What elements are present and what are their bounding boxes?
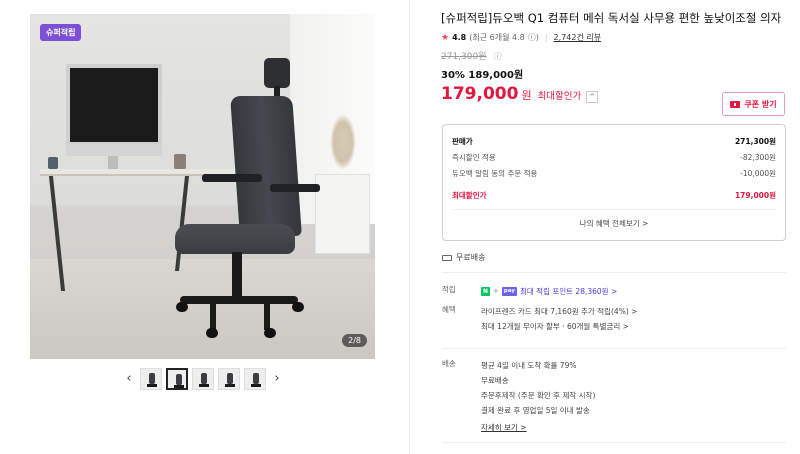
free-shipping-tag: 무료배송 — [442, 252, 485, 263]
price-breakdown-box: 판매가 271,300원 즉시할인 적용 -82,300원 듀오백 알림 동의 … — [442, 124, 786, 241]
plus-icon: + — [493, 287, 499, 295]
delivery-line: 평균 4일 이내 도착 확률 79% — [481, 361, 577, 370]
price-row-label: 즉시할인 적용 — [452, 152, 496, 162]
chair-arm-shape — [202, 174, 262, 182]
chair-wheel-shape — [292, 302, 304, 312]
chair-wheel-shape — [264, 328, 276, 338]
image-counter: 2/8 — [342, 334, 367, 347]
section-divider — [442, 442, 786, 443]
thumbnail-4[interactable] — [218, 368, 240, 390]
price-row: 듀오백 알림 동의 주문 적용 -10,000원 — [452, 165, 776, 181]
coupon-button[interactable]: 쿠폰 받기 — [722, 92, 785, 116]
background-shelf — [315, 174, 370, 254]
chair-back-shape — [230, 96, 302, 236]
info-icon[interactable]: ⓘ) — [528, 32, 539, 43]
cup-shape — [48, 157, 58, 169]
points-label: 적립 — [442, 285, 456, 294]
chevron-up-icon[interactable]: ^ — [586, 91, 599, 103]
price-row-value: 271,300원 — [734, 136, 776, 146]
benefit-label: 혜택 — [442, 305, 456, 314]
price-row-value: -82,300원 — [740, 152, 776, 162]
truck-icon — [442, 254, 452, 261]
star-icon: ★ — [441, 32, 450, 43]
background-plant — [330, 114, 356, 170]
chair-seat-shape — [175, 224, 295, 254]
price-row: 판매가 271,300원 — [452, 133, 776, 149]
thumbnail-2[interactable] — [166, 368, 188, 390]
points-row: 적립 N + pay 최대 적립 포인트 28,360원 > — [442, 284, 786, 299]
chair-arm-shape — [270, 184, 320, 192]
monitor-shape — [66, 64, 162, 146]
monitor-chin-shape — [66, 144, 162, 156]
price-info-icon[interactable]: ⓘ — [494, 52, 502, 61]
delivery-line: 주문후제작 (주문 확인 후 제작 시작) — [481, 391, 596, 400]
delivery-details-link[interactable]: 자세히 보기 > — [481, 420, 786, 435]
original-price: 271,300원 — [441, 52, 487, 62]
price-total-row: 최대할인가 179,000원 — [452, 187, 776, 203]
chair-wheel-shape — [176, 302, 188, 312]
price-row-label: 판매가 — [452, 136, 473, 146]
chair-wheel-shape — [206, 328, 218, 338]
benefit-card-link[interactable]: 라이프렌즈 카드 최대 7,160원 추가 적립(4%) > — [481, 304, 786, 319]
price-row: 즉시할인 적용 -82,300원 — [452, 149, 776, 165]
benefit-row: 혜택 라이프렌즈 카드 최대 7,160원 추가 적립(4%) > 최대 12개… — [442, 304, 786, 334]
vase-shape — [174, 154, 186, 169]
thumbnail-3[interactable] — [192, 368, 214, 390]
thumbnail-strip: ‹ › — [122, 368, 284, 390]
price-row-value: -10,000원 — [740, 168, 776, 178]
view-all-benefits-link[interactable]: 나의 혜택 전체보기 > — [452, 218, 776, 229]
section-divider — [442, 348, 786, 349]
column-divider — [409, 0, 410, 454]
points-link[interactable]: 최대 적립 포인트 28,360원 > — [520, 284, 617, 299]
super-points-badge: 슈퍼적립 — [40, 24, 82, 41]
rating-row: ★ 4.8 (최근 6개월 4.8 ⓘ) | 2,742건 리뷰 — [441, 32, 786, 43]
section-divider — [442, 272, 786, 273]
max-discount-unit: 원 — [521, 89, 532, 102]
chair-base-shape — [210, 302, 270, 330]
price-box-divider — [452, 209, 776, 210]
price-total-value: 179,000원 — [734, 190, 776, 200]
naver-badge: N — [481, 287, 491, 296]
delivery-label: 배송 — [442, 359, 456, 368]
coupon-icon — [730, 100, 741, 108]
max-discount-price: 179,000 — [441, 84, 519, 104]
product-title: [슈퍼적립]듀오백 Q1 컴퓨터 메쉬 독서실 사무용 편한 높낮이조절 의자 — [441, 11, 782, 25]
delivery-row: 배송 평균 4일 이내 도착 확률 79% 무료배송 주문후제작 (주문 확인 … — [442, 358, 786, 435]
thumbnail-1[interactable] — [140, 368, 162, 390]
rating-recent: (최근 6개월 4.8 — [469, 33, 525, 42]
pay-badge: pay — [501, 287, 517, 296]
chevron-left-icon[interactable]: ‹ — [122, 368, 136, 390]
background-floor — [30, 259, 375, 359]
chair-headrest-shape — [264, 58, 290, 88]
chair-base-shape — [180, 296, 298, 304]
price-row-label: 듀오백 알림 동의 주문 적용 — [452, 168, 538, 178]
max-discount-label: 최대할인가 — [537, 91, 582, 102]
coupon-button-label: 쿠폰 받기 — [744, 99, 777, 109]
review-count-link[interactable]: 2,742건 리뷰 — [554, 32, 602, 43]
rating-value: 4.8 — [452, 33, 467, 42]
price-total-label: 최대할인가 — [452, 190, 487, 200]
monitor-stand-shape — [108, 156, 118, 169]
discount-price: 30% 189,000원 — [441, 70, 524, 81]
separator: | — [544, 33, 548, 42]
product-main-image[interactable]: 슈퍼적립 2/8 — [30, 14, 375, 359]
free-shipping-label: 무료배송 — [456, 253, 486, 262]
chevron-right-icon[interactable]: › — [270, 368, 284, 390]
product-info-panel: [슈퍼적립]듀오백 Q1 컴퓨터 메쉬 독서실 사무용 편한 높낮이조절 의자 … — [441, 10, 786, 443]
delivery-line: 무료배송 — [481, 376, 509, 385]
benefit-installment-link[interactable]: 최대 12개월 무이자 할부 · 60개월 특별금리 > — [481, 319, 786, 334]
thumbnail-5[interactable] — [244, 368, 266, 390]
delivery-line: 결제 완료 후 영업일 5일 이내 발송 — [481, 406, 590, 415]
chair-pole-shape — [232, 252, 242, 298]
